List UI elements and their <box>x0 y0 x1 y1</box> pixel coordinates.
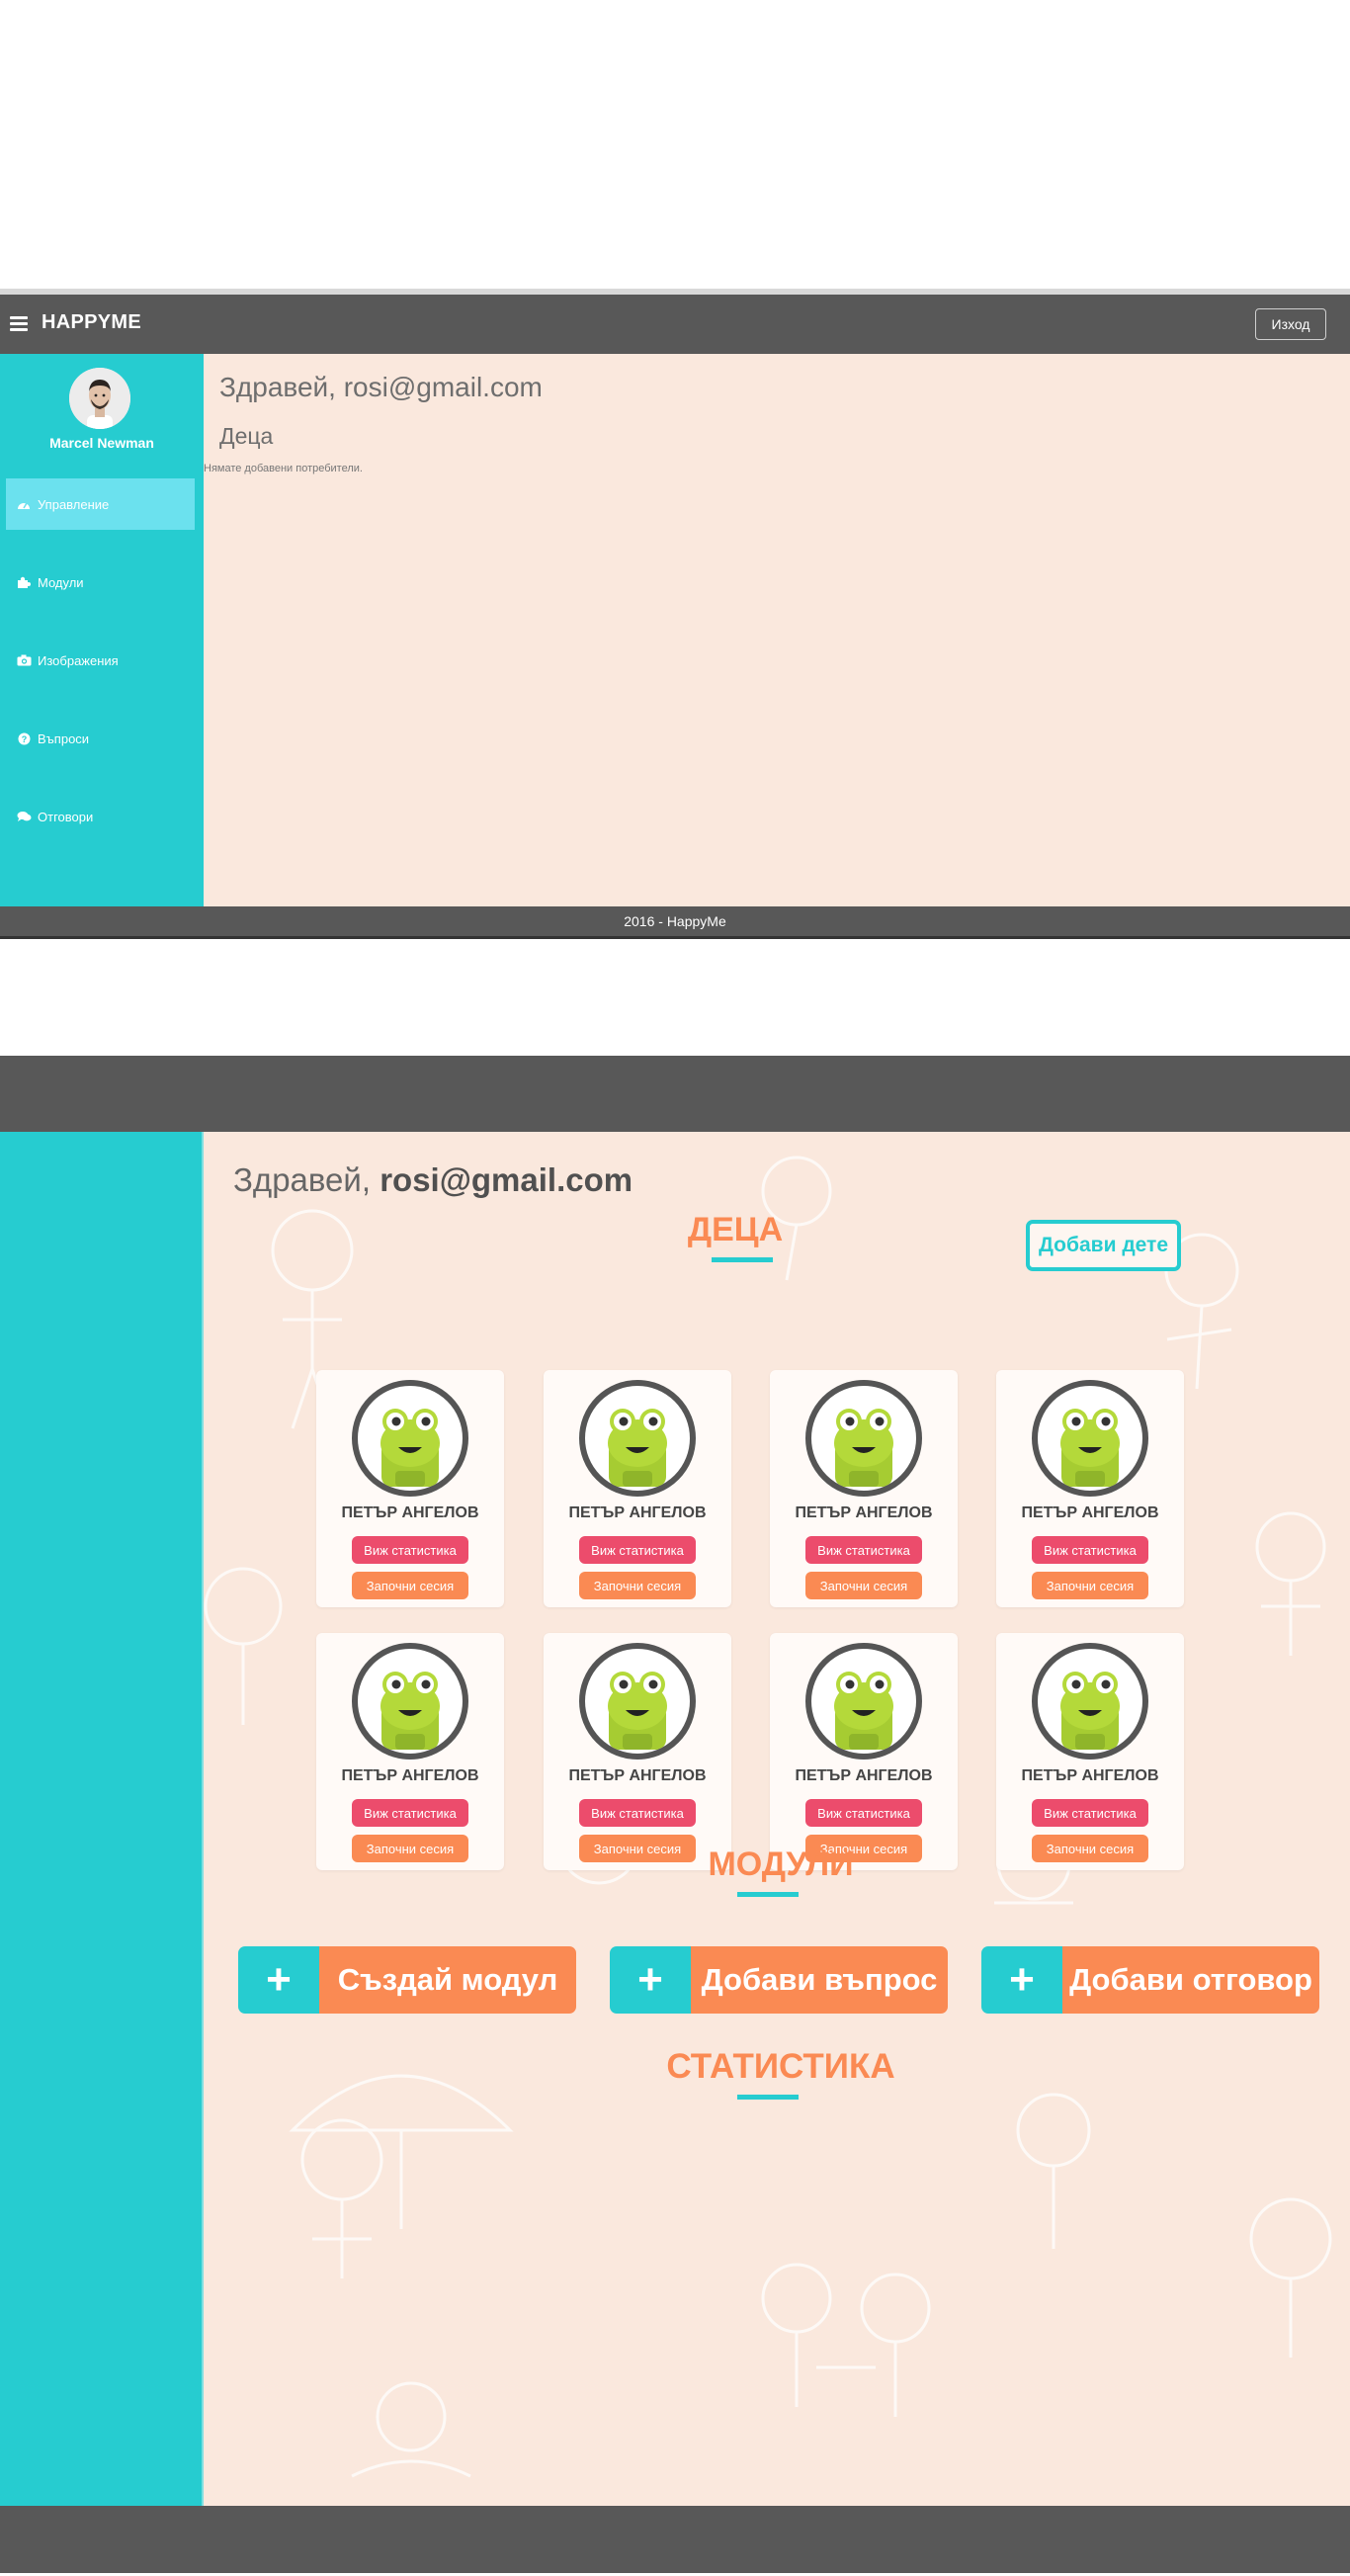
sidebar-item-answers[interactable]: Отговори <box>6 791 195 842</box>
kid-name: ПЕТЪР АНГЕЛОВ <box>568 1504 707 1521</box>
sidebar-item-management[interactable]: Управление <box>6 478 195 530</box>
sidebar-item-questions[interactable]: ? Въпроси <box>6 713 195 764</box>
kid-avatar <box>579 1380 696 1497</box>
sidebar-item-modules[interactable]: Модули <box>6 557 195 608</box>
kid-name: ПЕТЪР АНГЕЛОВ <box>341 1504 479 1521</box>
modules-section-title: МОДУЛИ <box>708 1846 854 1883</box>
kid-card: ПЕТЪР АНГЕЛОВ Виж статистика Започни сесия <box>996 1633 1184 1870</box>
kid-card: ПЕТЪР АНГЕЛОВ Виж статистика Започни сесия <box>770 1633 958 1870</box>
kid-name: ПЕТЪР АНГЕЛОВ <box>1021 1767 1159 1784</box>
view-stats-button[interactable]: Виж статистика <box>805 1536 922 1564</box>
greeting-prefix: Здравей, <box>233 1161 380 1198</box>
top-navbar: HAPPYME Изход <box>0 295 1350 354</box>
svg-text:?: ? <box>21 734 27 744</box>
view-stats-button[interactable]: Виж статистика <box>352 1799 468 1827</box>
sidebar: Marcel Newman Управление Модули Изображе… <box>0 354 204 906</box>
add-question-label: Добави въпрос <box>691 1946 948 2014</box>
add-kid-button[interactable]: Добави дете <box>1026 1220 1181 1271</box>
kid-avatar <box>1032 1643 1148 1760</box>
modules-title-underline <box>737 1892 799 1897</box>
kid-card: ПЕТЪР АНГЕЛОВ Виж статистика Започни сесия <box>316 1633 504 1870</box>
kids-section-title: ДЕЦА <box>687 1211 784 1248</box>
view-stats-button[interactable]: Виж статистика <box>1032 1799 1148 1827</box>
view-stats-button[interactable]: Виж статистика <box>1032 1536 1148 1564</box>
brand-logo[interactable]: HAPPYME <box>42 311 141 334</box>
puzzle-icon <box>16 575 32 589</box>
main-content: Здравей, rosi@gmail.com Деца Нямате доба… <box>204 354 1350 906</box>
hamburger-menu-icon[interactable] <box>10 316 28 331</box>
kid-avatar <box>579 1643 696 1760</box>
kid-name: ПЕТЪР АНГЕЛОВ <box>795 1504 933 1521</box>
user-name: Marcel Newman <box>49 435 154 451</box>
statistics-title-underline <box>737 2095 799 2100</box>
kid-avatar <box>352 1643 468 1760</box>
plus-icon: + <box>610 1946 691 2014</box>
kids-heading: Деца <box>219 423 274 449</box>
view-stats-button[interactable]: Виж статистика <box>352 1536 468 1564</box>
view-stats-button[interactable]: Виж статистика <box>579 1536 696 1564</box>
start-session-button[interactable]: Започни сесия <box>352 1572 468 1599</box>
dashboard-icon <box>16 497 32 511</box>
add-answer-label: Добави отговор <box>1062 1946 1319 2014</box>
start-session-button[interactable]: Започни сесия <box>579 1572 696 1599</box>
kid-card: ПЕТЪР АНГЕЛОВ Виж статистика Започни сесия <box>544 1370 731 1607</box>
greeting-heading: Здравей, rosi@gmail.com <box>219 372 543 402</box>
sidebar-item-label: Изображения <box>38 652 119 668</box>
plus-icon: + <box>981 1946 1062 2014</box>
kids-title-underline <box>712 1257 773 1262</box>
start-session-button[interactable]: Започни сесия <box>352 1835 468 1862</box>
top-navbar <box>0 1056 1350 1132</box>
kid-name: ПЕТЪР АНГЕЛОВ <box>568 1767 707 1784</box>
kid-card: ПЕТЪР АНГЕЛОВ Виж статистика Започни сесия <box>316 1370 504 1607</box>
sidebar-item-label: Модули <box>38 574 84 590</box>
logout-button[interactable]: Изход <box>1255 308 1326 340</box>
footer: 2016 - HappyMe <box>0 906 1350 936</box>
kid-card: ПЕТЪР АНГЕЛОВ Виж статистика Започни сесия <box>770 1370 958 1607</box>
user-avatar <box>69 368 130 429</box>
kid-avatar <box>352 1380 468 1497</box>
add-question-button[interactable]: + Добави въпрос <box>610 1946 948 2014</box>
sidebar-item-label: Управление <box>38 496 110 512</box>
kid-avatar <box>1032 1380 1148 1497</box>
kid-card: ПЕТЪР АНГЕЛОВ Виж статистика Започни сесия <box>544 1633 731 1870</box>
dashboard-kids-screen: Здравей, rosi@gmail.com ДЕЦА Добави дете… <box>0 1056 1350 2576</box>
kid-avatar <box>805 1380 922 1497</box>
sidebar-item-label: Отговори <box>38 809 94 824</box>
start-session-button[interactable]: Започни сесия <box>1032 1572 1148 1599</box>
start-session-button[interactable]: Започни сесия <box>805 1572 922 1599</box>
start-session-button[interactable]: Започни сесия <box>1032 1835 1148 1862</box>
kid-avatar <box>805 1643 922 1760</box>
plus-icon: + <box>238 1946 319 2014</box>
view-stats-button[interactable]: Виж статистика <box>805 1799 922 1827</box>
add-answer-button[interactable]: + Добави отговор <box>981 1946 1319 2014</box>
empty-state-message: Нямате добавени потребители. <box>204 463 363 474</box>
bottom-divider <box>0 936 1350 939</box>
view-stats-button[interactable]: Виж статистика <box>579 1799 696 1827</box>
greeting-email: rosi@gmail.com <box>380 1161 633 1198</box>
camera-icon <box>16 653 32 667</box>
create-module-label: Създай модул <box>319 1946 576 2014</box>
sidebar <box>0 1132 204 2506</box>
question-icon: ? <box>16 731 32 745</box>
create-module-button[interactable]: + Създай модул <box>238 1946 576 2014</box>
footer <box>0 2506 1350 2573</box>
dashboard-empty-screen: HAPPYME Изход Marcel Newman Управление М… <box>0 289 1350 939</box>
kid-name: ПЕТЪР АНГЕЛОВ <box>1021 1504 1159 1521</box>
comments-icon <box>16 810 32 823</box>
kid-card: ПЕТЪР АНГЕЛОВ Виж статистика Започни сесия <box>996 1370 1184 1607</box>
main-content: Здравей, rosi@gmail.com ДЕЦА Добави дете… <box>204 1132 1350 2506</box>
statistics-section-title: СТАТИСТИКА <box>666 2047 895 2086</box>
kid-name: ПЕТЪР АНГЕЛОВ <box>795 1767 933 1784</box>
kid-name: ПЕТЪР АНГЕЛОВ <box>341 1767 479 1784</box>
greeting-heading: Здравей, rosi@gmail.com <box>233 1161 633 1199</box>
sidebar-item-images[interactable]: Изображения <box>6 635 195 686</box>
sidebar-item-label: Въпроси <box>38 730 90 746</box>
